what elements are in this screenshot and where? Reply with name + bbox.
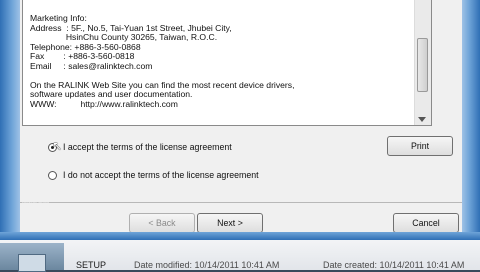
decline-radio[interactable] <box>48 170 57 180</box>
next-button[interactable]: Next > <box>197 213 263 233</box>
license-text-line: WWW: http://www.ralinktech.com <box>30 98 178 109</box>
date-created: Date created: 10/14/2011 10:41 AM <box>323 260 465 270</box>
button-divider <box>20 202 462 203</box>
installshield-label: InstallShield <box>22 201 49 207</box>
license-text-line: Email : sales@ralinktech.com <box>30 60 153 71</box>
cancel-button-label: Cancel <box>412 218 440 228</box>
mouse-cursor-icon: ↖ <box>52 139 63 153</box>
print-button-label: Print <box>410 141 430 151</box>
license-textbox[interactable]: Marketing Info: Address : 5F., No.5, Tai-… <box>22 0 432 126</box>
accept-radio-option[interactable]: I accept the terms of the license agreem… <box>48 140 232 154</box>
license-scrollbar[interactable] <box>414 0 431 125</box>
next-button-label: Next > <box>217 218 243 228</box>
accept-label: I accept the terms of the license agreem… <box>63 142 232 152</box>
window-frame-right <box>462 0 480 232</box>
date-modified: Date modified: 10/14/2011 10:41 AM <box>134 260 280 270</box>
license-text: Marketing Info: Address : 5F., No.5, Tai-… <box>30 13 411 109</box>
window-frame-bottom <box>0 232 480 240</box>
decline-label: I do not accept the terms of the license… <box>63 170 259 180</box>
back-button[interactable]: < Back <box>129 213 195 233</box>
print-button[interactable]: Print <box>387 136 453 156</box>
scroll-down-arrow-icon[interactable] <box>418 117 426 122</box>
window-frame-left <box>0 0 20 232</box>
decline-radio-option[interactable]: I do not accept the terms of the license… <box>48 168 259 182</box>
cancel-button[interactable]: Cancel <box>393 213 459 233</box>
setup-file-icon <box>18 254 46 272</box>
back-button-label: < Back <box>148 218 176 228</box>
file-name: SETUP <box>76 260 107 270</box>
scrollbar-thumb[interactable] <box>417 38 428 92</box>
